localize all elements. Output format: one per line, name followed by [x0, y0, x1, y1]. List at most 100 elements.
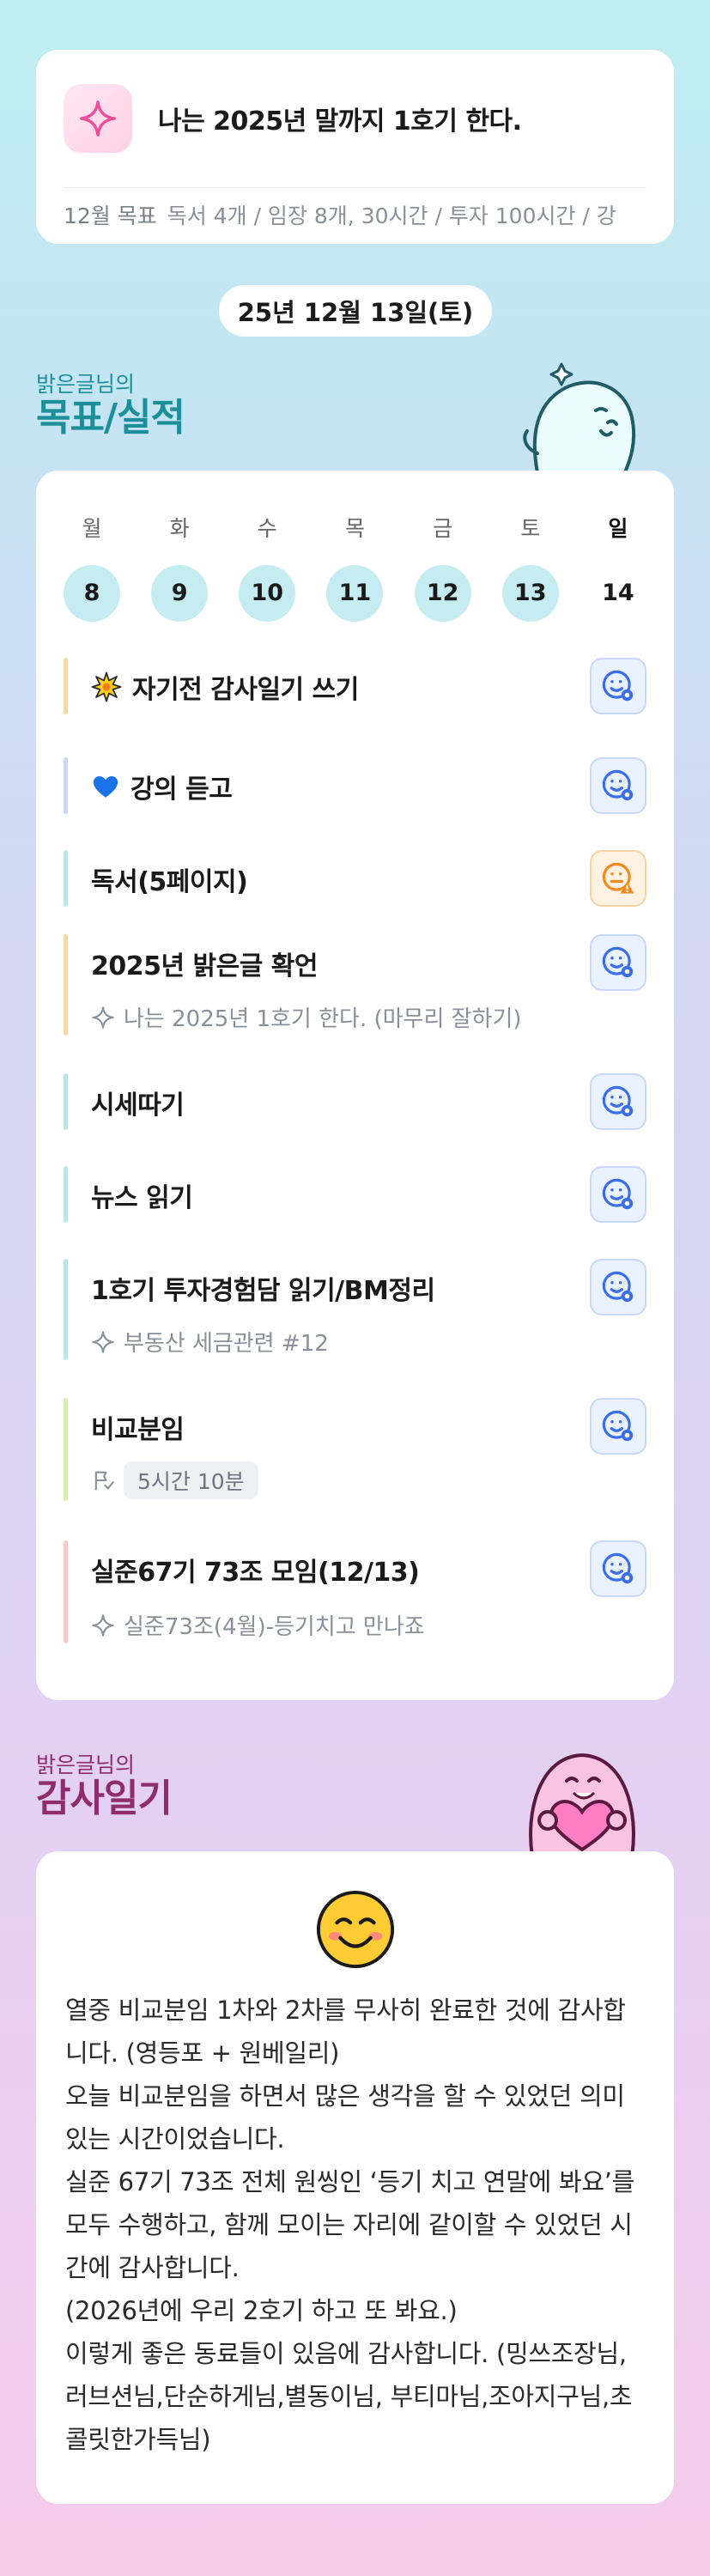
task-color-bar [64, 757, 68, 814]
day-label: 화 [169, 516, 190, 541]
status-face-button[interactable] [590, 1540, 646, 1597]
day-label: 목 [344, 516, 365, 541]
task-color-bar [64, 658, 68, 714]
task-title: 강의 듣고 [91, 768, 233, 805]
task-title-text: 뉴스 읽기 [91, 1183, 193, 1213]
task-title-text: 자기전 감사일기 쓰기 [132, 675, 359, 705]
smile-status-icon [602, 1178, 634, 1210]
task-title-text: 실준67기 73조 모임(12/13) [91, 1558, 420, 1588]
ghost-mascot-icon [513, 359, 642, 476]
day-tue[interactable]: 화9 [151, 512, 209, 622]
time-chip: 5시간 10분 [124, 1461, 258, 1499]
day-label: 토 [520, 516, 541, 541]
task-title: 1호기 투자경험담 읽기/BM정리 [91, 1269, 435, 1307]
task-title: 뉴스 읽기 [91, 1176, 193, 1214]
task-title-text: 시세따기 [91, 1091, 185, 1121]
task-color-bar [64, 1540, 68, 1643]
blue-heart-emoji-icon [91, 772, 120, 801]
status-face-button[interactable] [590, 1166, 646, 1223]
task-item[interactable]: 2025년 밝은글 확언 나는 2025년 1호기 한다. (마무리 잘하기) [64, 934, 646, 1036]
goals-section-title: 밝은글님의 목표/실적 [36, 368, 185, 438]
task-title: 비교분임 [91, 1408, 185, 1446]
smile-status-icon [602, 670, 634, 702]
status-face-button[interactable] [590, 1398, 646, 1455]
task-subtitle-text: 나는 2025년 1호기 한다. (마무리 잘하기) [124, 1006, 522, 1032]
day-label: 월 [82, 516, 102, 541]
task-title: 실준67기 73조 모임(12/13) [91, 1551, 420, 1589]
task-item[interactable]: 독서(5페이지) [64, 850, 646, 907]
day-label: 일 [608, 516, 628, 541]
task-title: 시세따기 [91, 1084, 185, 1121]
task-item[interactable]: 자기전 감사일기 쓰기 [64, 658, 646, 714]
day-number: 11 [326, 565, 384, 622]
goal-card[interactable]: 나는 2025년 말까지 1호기 한다. 12월 목표 독서 4개 / 임장 8개… [36, 50, 674, 244]
task-item[interactable]: 뉴스 읽기 [64, 1166, 646, 1223]
heart-mascot-icon [513, 1743, 651, 1860]
task-subtitle: 부동산 세금관련 #12 [91, 1326, 329, 1358]
day-sat[interactable]: 토 13 [501, 512, 559, 622]
status-face-button[interactable] [590, 1073, 646, 1130]
status-face-button[interactable] [590, 658, 646, 714]
day-fri[interactable]: 금 12 [414, 512, 471, 622]
diary-card[interactable]: 열중 비교분임 1차와 2차를 무사히 완료한 것에 감사합니다. (영등포 +… [36, 1851, 674, 2504]
task-color-bar [64, 934, 68, 1036]
task-time: 5시간 10분 [91, 1461, 258, 1499]
task-color-bar [64, 1166, 68, 1223]
task-item[interactable]: 1호기 투자경험담 읽기/BM정리 부동산 세금관련 #12 [64, 1259, 646, 1360]
goal-sub-text: 독서 4개 / 임장 8개, 30시간 / 투자 100시간 / 강 [167, 204, 616, 228]
smiling-face-emoji-icon [315, 1889, 396, 1973]
sparkle-icon [92, 1005, 114, 1029]
task-color-bar [64, 1073, 68, 1130]
diary-section-title: 밝은글님의 감사일기 [36, 1748, 173, 1820]
task-item[interactable]: 시세따기 [64, 1073, 646, 1130]
task-title: 자기전 감사일기 쓰기 [91, 668, 359, 706]
status-face-button[interactable] [590, 757, 646, 814]
status-face-button[interactable] [590, 1259, 646, 1315]
day-number: 12 [414, 565, 471, 622]
status-face-button[interactable] [590, 850, 646, 907]
task-title-text: 독서(5페이지) [91, 867, 248, 897]
status-face-button[interactable] [590, 934, 646, 991]
goal-sub-label: 12월 목표 [64, 204, 157, 228]
task-item[interactable]: 실준67기 73조 모임(12/13) 실준73조(4월)-등기치고 만나죠 [64, 1540, 646, 1643]
week-strip: 월8 화9 수 10 목 11 금 12 토 13 일 14 [64, 512, 646, 622]
warning-status-icon [602, 862, 634, 894]
task-subtitle-text: 실준73조(4월)-등기치고 만나죠 [124, 1614, 425, 1640]
task-title: 독서(5페이지) [91, 860, 248, 898]
task-color-bar [64, 1398, 68, 1501]
sparkle-icon [92, 1330, 114, 1353]
smile-status-icon [602, 946, 634, 978]
smile-status-icon [602, 769, 634, 801]
day-number: 9 [151, 565, 209, 622]
task-item[interactable]: 비교분임 5시간 10분 [64, 1398, 646, 1501]
day-thu[interactable]: 목 11 [326, 512, 384, 622]
sparkle-icon [64, 84, 132, 153]
task-title: 2025년 밝은글 확언 [91, 945, 319, 982]
diary-text: 열중 비교분임 1차와 2차를 무사히 완료한 것에 감사합니다. (영등포 +… [65, 1996, 635, 2454]
task-subtitle-text: 부동산 세금관련 #12 [124, 1331, 329, 1357]
day-number: 8 [64, 565, 120, 622]
task-color-bar [64, 1259, 68, 1360]
day-number: 14 [602, 580, 634, 606]
day-sun[interactable]: 일 14 [590, 512, 646, 622]
diary-heading: 감사일기 [36, 1777, 173, 1820]
day-label: 수 [257, 516, 277, 541]
running-flag-icon [94, 1471, 114, 1491]
sparkle-star-emoji-icon [91, 671, 122, 702]
day-mon[interactable]: 월8 [64, 512, 120, 622]
task-item[interactable]: 강의 듣고 [64, 757, 646, 814]
goals-heading: 목표/실적 [36, 396, 185, 440]
task-title-text: 비교분임 [91, 1415, 185, 1445]
goal-subtitle: 12월 목표 독서 4개 / 임장 8개, 30시간 / 투자 100시간 / 강 [64, 188, 646, 245]
day-number: 10 [239, 565, 296, 622]
day-number: 13 [501, 565, 559, 622]
smile-status-icon [602, 1410, 634, 1442]
task-subtitle: 나는 2025년 1호기 한다. (마무리 잘하기) [91, 1001, 522, 1033]
diary-owner: 밝은글님의 [36, 1753, 136, 1777]
goal-title: 나는 2025년 말까지 1호기 한다. [158, 106, 522, 137]
day-wed[interactable]: 수 10 [239, 512, 296, 622]
task-color-bar [64, 850, 68, 907]
date-pill[interactable]: 25년 12월 13일(토) [219, 285, 492, 337]
smile-status-icon [602, 1552, 634, 1584]
task-subtitle: 실준73조(4월)-등기치고 만나죠 [91, 1609, 425, 1641]
